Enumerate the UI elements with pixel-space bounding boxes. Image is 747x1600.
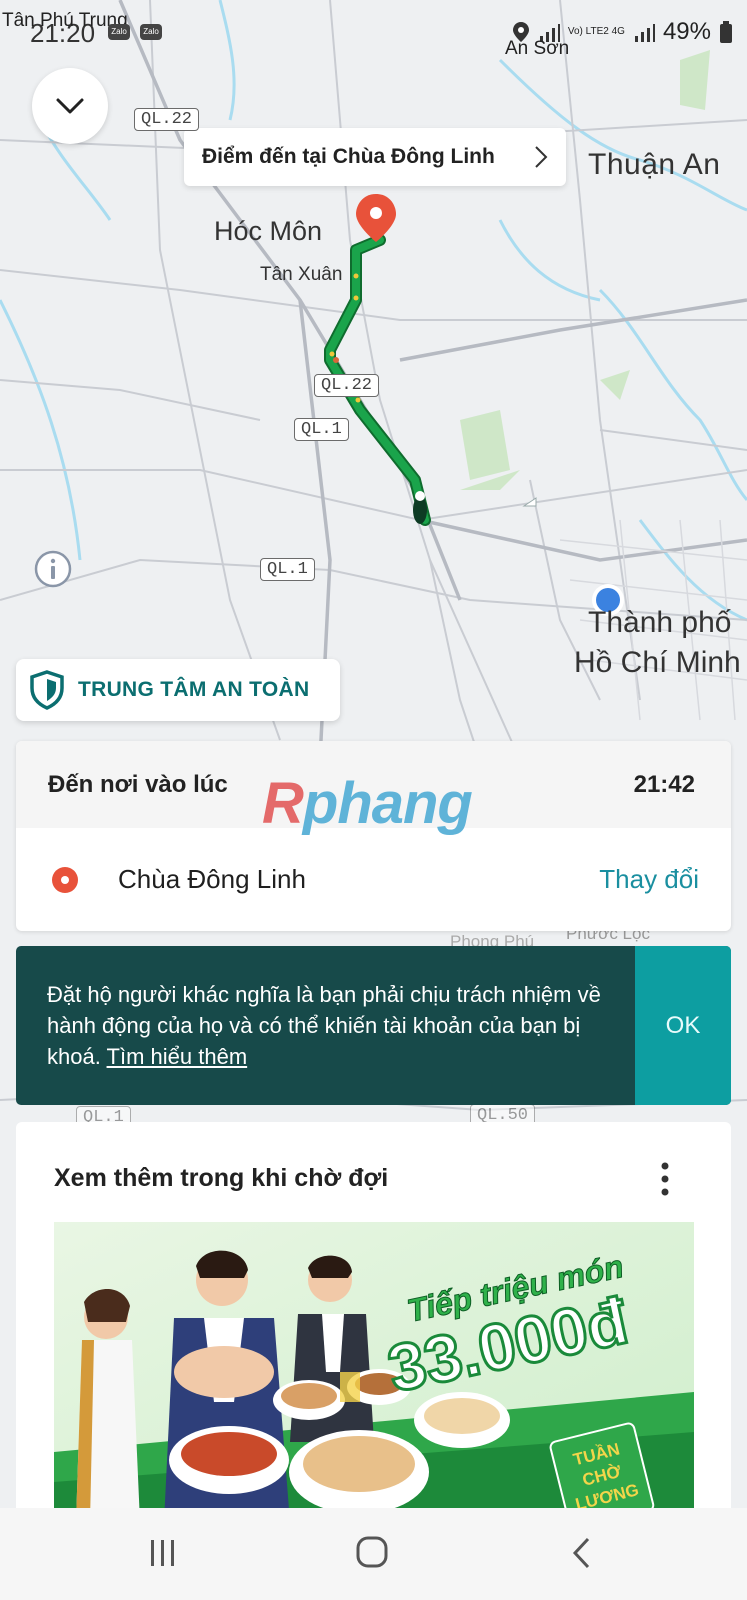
destination-row: Chùa Đông Linh Thay đổi bbox=[16, 828, 731, 931]
eta-arrival-time: 21:42 bbox=[633, 770, 695, 798]
signal-icon bbox=[634, 24, 655, 42]
safety-center-label: TRUNG TÂM AN TOÀN bbox=[78, 678, 310, 701]
map-label-an-son: An Sơn bbox=[505, 38, 570, 59]
change-destination-link[interactable]: Thay đổi bbox=[599, 864, 699, 895]
network-type: Vo) LTE2 4G bbox=[567, 26, 625, 37]
destination-name: Chùa Đông Linh bbox=[118, 864, 306, 894]
road-shield: QL.22 bbox=[314, 374, 380, 397]
driver-marker-icon bbox=[413, 491, 427, 524]
more-options-icon[interactable] bbox=[661, 1162, 669, 1196]
system-nav-bar bbox=[0, 1508, 747, 1600]
promo-banner[interactable]: Tiếp triệu món 33.000đ TUẦN CHỜ LƯƠNG bbox=[54, 1222, 694, 1522]
more-while-waiting-card: Xem thêm trong khi chờ đợi Tiếp triệu mó… bbox=[16, 1122, 731, 1522]
chevron-down-icon bbox=[56, 98, 84, 114]
battery-percent: 49% bbox=[662, 18, 711, 45]
map-label-hcm-line2: Hồ Chí Minh bbox=[574, 646, 741, 679]
zalo-icon: Zalo bbox=[140, 24, 162, 40]
learn-more-link[interactable]: Tìm hiểu thêm bbox=[107, 1044, 248, 1069]
eta-heading: Đến nơi vào lúc bbox=[48, 770, 228, 798]
destination-chip[interactable]: Điểm đến tại Chùa Đông Linh bbox=[184, 128, 566, 186]
safety-center-button[interactable]: TRUNG TÂM AN TOÀN bbox=[16, 659, 340, 721]
promo-banner-art: Tiếp triệu món 33.000đ TUẦN CHỜ LƯƠNG bbox=[54, 1222, 694, 1522]
destination-dot-icon bbox=[52, 866, 78, 893]
home-icon[interactable] bbox=[356, 1536, 388, 1568]
notice-text: Đặt hộ người khác nghĩa là bạn phải chịu… bbox=[16, 946, 635, 1105]
shield-icon bbox=[30, 670, 64, 710]
map-label-tan-xuan: Tân Xuân bbox=[260, 264, 343, 285]
booking-notice: Đặt hộ người khác nghĩa là bạn phải chịu… bbox=[16, 946, 731, 1105]
info-icon[interactable] bbox=[34, 550, 72, 588]
notice-ok-button[interactable]: OK bbox=[635, 946, 731, 1105]
recent-apps-icon[interactable] bbox=[148, 1538, 178, 1568]
map-label-hcm-line1: Thành phố bbox=[588, 606, 732, 639]
destination-chip-label: Điểm đến tại Chùa Đông Linh bbox=[202, 145, 495, 168]
watermark-logo: Rphang bbox=[262, 771, 473, 836]
chevron-right-icon bbox=[535, 146, 548, 168]
collapse-button[interactable] bbox=[32, 68, 108, 144]
status-bar: 21:20 Tân Phú Trung Zalo Zalo Vo) LTE2 4… bbox=[0, 0, 747, 60]
battery-icon bbox=[720, 21, 732, 43]
road-shield: QL.1 bbox=[260, 558, 315, 581]
road-shield: QL.1 bbox=[294, 418, 349, 441]
map-label-hoc-mon: Hóc Môn bbox=[214, 216, 323, 246]
road-shield: QL.22 bbox=[134, 108, 200, 131]
back-icon[interactable] bbox=[570, 1536, 592, 1570]
more-title: Xem thêm trong khi chờ đợi bbox=[54, 1164, 389, 1192]
zalo-icon: Zalo bbox=[108, 24, 130, 40]
map-label-thuan-an: Thuận An bbox=[588, 148, 721, 181]
